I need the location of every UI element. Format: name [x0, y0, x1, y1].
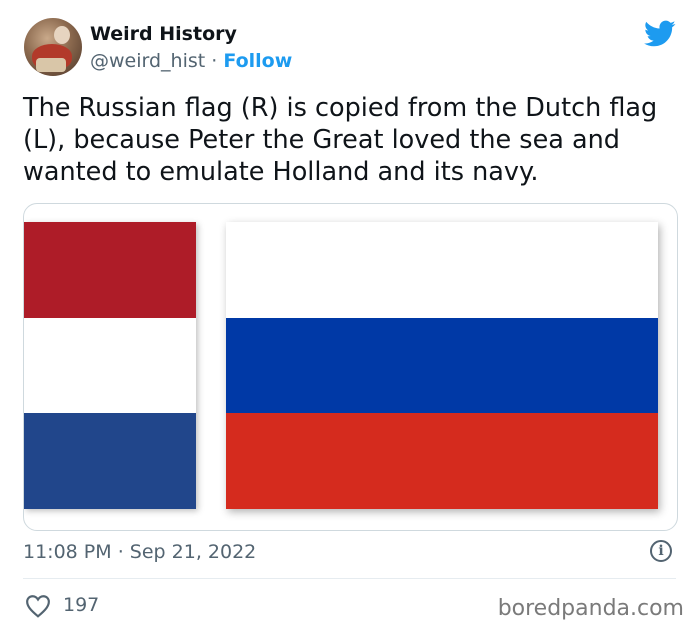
date-separator: ·	[117, 541, 124, 563]
russian-flag-blue-stripe	[226, 317, 658, 414]
tweet-card: Weird History @weird_hist · Follow The R…	[0, 0, 700, 632]
tweet-date: Sep 21, 2022	[129, 541, 257, 563]
info-icon[interactable]: i	[650, 540, 672, 562]
account-name[interactable]: Weird History	[90, 23, 237, 45]
tweet-timestamp[interactable]: 11:08 PM · Sep 21, 2022	[23, 541, 256, 563]
russian-flag	[226, 222, 658, 510]
dutch-flag-white-stripe	[24, 317, 196, 414]
watermark: boredpanda.com	[497, 596, 684, 621]
russian-flag-red-stripe	[226, 413, 658, 510]
divider	[23, 578, 676, 579]
handle-separator: ·	[211, 50, 218, 72]
tweet-text: The Russian flag (R) is copied from the …	[23, 93, 658, 187]
russian-flag-white-stripe	[226, 222, 658, 318]
follow-button[interactable]: Follow	[223, 50, 292, 72]
dutch-flag-red-stripe	[24, 222, 196, 318]
dutch-flag	[24, 222, 196, 510]
dutch-flag-blue-stripe	[24, 413, 196, 510]
tweet-time: 11:08 PM	[23, 541, 112, 563]
like-count[interactable]: 197	[63, 594, 99, 616]
tweet-media[interactable]	[23, 203, 678, 531]
twitter-bird-icon[interactable]	[644, 20, 676, 48]
heart-icon[interactable]	[25, 594, 51, 618]
handle-row: @weird_hist · Follow	[90, 50, 292, 72]
account-handle[interactable]: @weird_hist	[90, 50, 205, 72]
avatar[interactable]	[24, 18, 82, 76]
